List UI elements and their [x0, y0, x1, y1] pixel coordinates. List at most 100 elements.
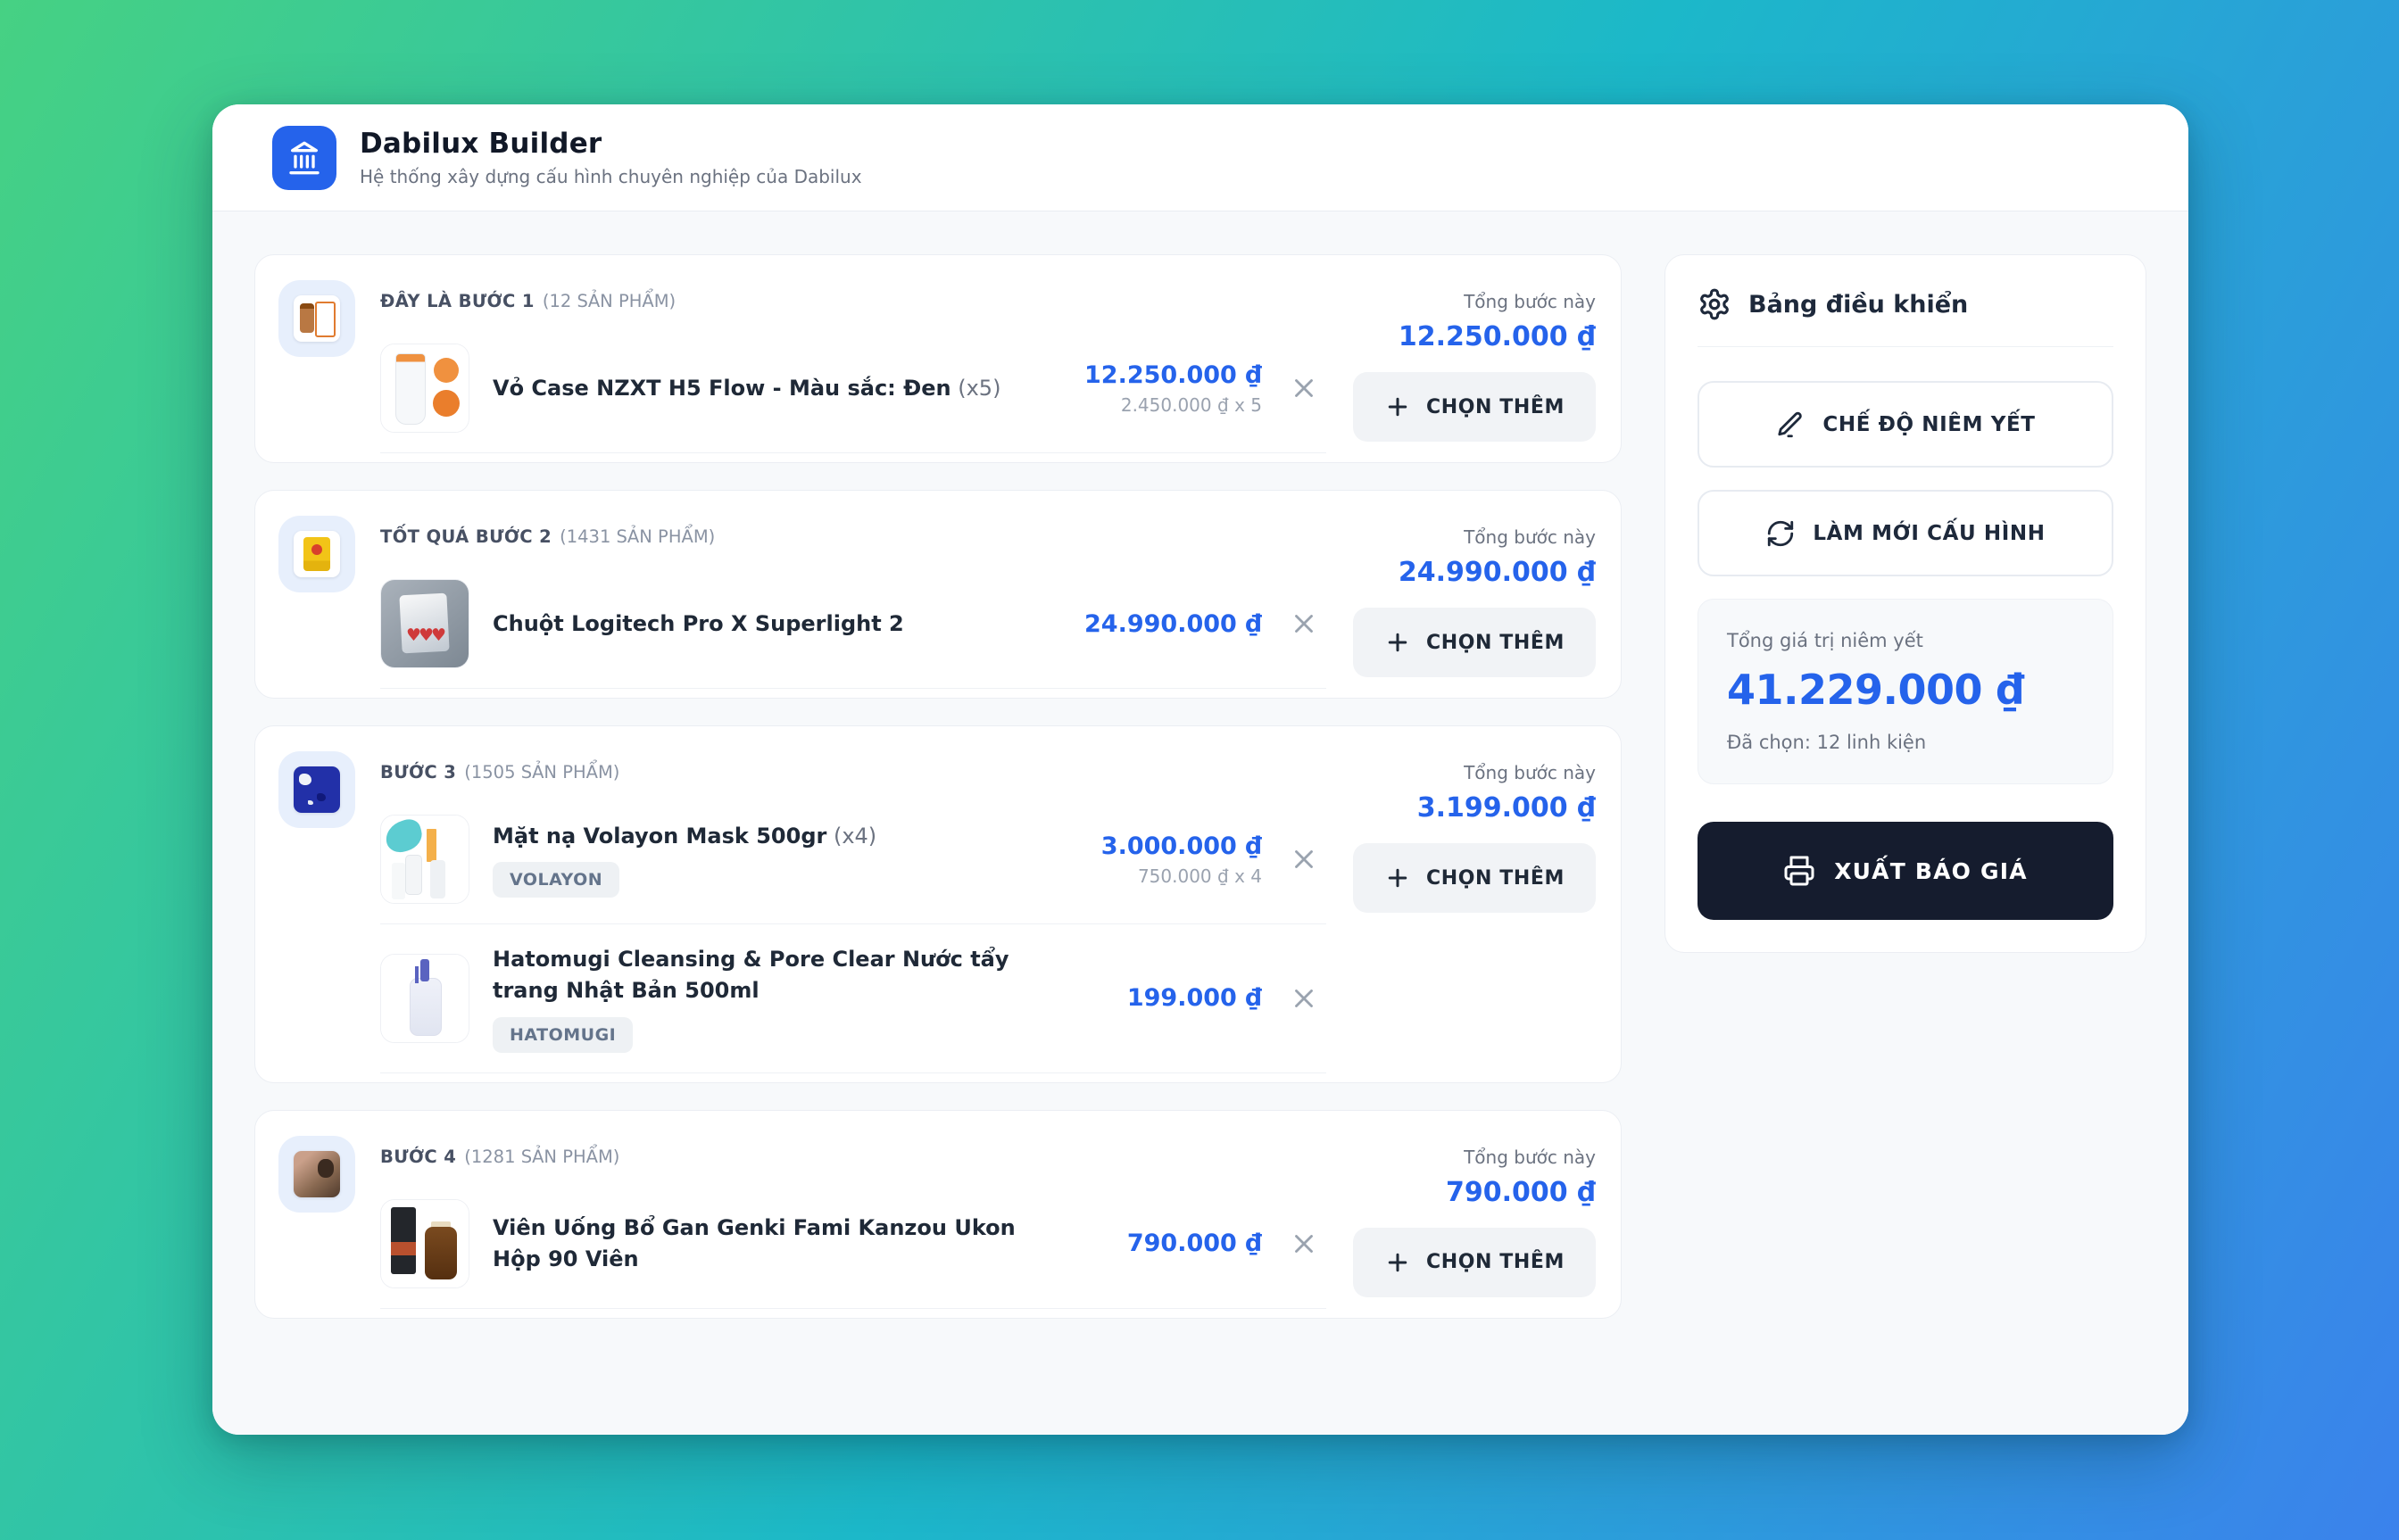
add-more-label: CHỌN THÊM — [1426, 1251, 1565, 1273]
step-main: BƯỚC 4 (1281 SẢN PHẨM) Viên Uống Bổ Gan … — [380, 1134, 1326, 1309]
export-quote-label: XUẤT BÁO GIÁ — [1834, 858, 2028, 884]
step-thumbnail-art — [294, 531, 340, 577]
step-title-row: TỐT QUÁ BƯỚC 2 (1431 SẢN PHẨM) — [380, 526, 1326, 547]
product-image — [380, 344, 469, 433]
product-name: Mặt nạ Volayon Mask 500gr (x4) — [493, 821, 1038, 852]
add-more-label: CHỌN THÊM — [1426, 632, 1565, 654]
product-name: Vỏ Case NZXT H5 Flow - Màu sắc: Đen (x5) — [493, 373, 1038, 404]
export-quote-button[interactable]: XUẤT BÁO GIÁ — [1698, 822, 2113, 920]
product-quantity: (x4) — [826, 824, 876, 849]
add-more-label: CHỌN THÊM — [1426, 396, 1565, 418]
product-row: Chuột Logitech Pro X Superlight 2 24.990… — [380, 559, 1326, 689]
step-total-value: 790.000 ₫ — [1446, 1177, 1596, 1208]
pencil-icon — [1775, 410, 1805, 440]
product-price-block: 790.000 ₫ — [1070, 1230, 1262, 1257]
product-image — [380, 579, 469, 668]
product-unit-price: 2.450.000 ₫ x 5 — [1070, 394, 1262, 416]
product-list: Mặt nạ Volayon Mask 500gr (x4) VOLAYON 3… — [380, 795, 1326, 1073]
step-thumbnail-art — [294, 1151, 340, 1197]
close-icon — [1289, 609, 1319, 639]
step-thumbnail-art — [294, 295, 340, 342]
app-body: ĐÂY LÀ BƯỚC 1 (12 SẢN PHẨM) Vỏ Case NZXT… — [212, 211, 2188, 1435]
product-price-block: 3.000.000 ₫ 750.000 ₫ x 4 — [1070, 832, 1262, 887]
listing-mode-label: CHẾ ĐỘ NIÊM YẾT — [1822, 413, 2035, 436]
step-label: ĐÂY LÀ BƯỚC 1 — [380, 291, 535, 311]
step-summary: Tổng bước này 3.199.000 ₫ CHỌN THÊM — [1353, 749, 1596, 1073]
step-thumbnail — [278, 751, 355, 828]
listing-mode-button[interactable]: CHẾ ĐỘ NIÊM YẾT — [1698, 381, 2113, 468]
remove-product-button[interactable] — [1285, 840, 1323, 878]
product-info: Mặt nạ Volayon Mask 500gr (x4) VOLAYON — [493, 821, 1047, 898]
step-total-value: 12.250.000 ₫ — [1399, 321, 1596, 352]
step-product-count: (1431 SẢN PHẨM) — [560, 526, 715, 547]
step-label: TỐT QUÁ BƯỚC 2 — [380, 526, 552, 547]
plus-icon — [1384, 1249, 1411, 1276]
plus-icon — [1384, 865, 1411, 891]
app-header-text: Dabilux Builder Hệ thống xây dựng cấu hì… — [360, 128, 862, 187]
add-more-button[interactable]: CHỌN THÊM — [1353, 843, 1596, 913]
product-row: Vỏ Case NZXT H5 Flow - Màu sắc: Đen (x5)… — [380, 324, 1326, 453]
remove-product-button[interactable] — [1285, 1225, 1323, 1263]
step-thumbnail — [278, 1136, 355, 1213]
product-photo — [381, 955, 469, 1042]
product-quantity: (x5) — [951, 376, 1001, 401]
step-title-row: ĐÂY LÀ BƯỚC 1 (12 SẢN PHẨM) — [380, 291, 1326, 311]
step-summary: Tổng bước này 12.250.000 ₫ CHỌN THÊM — [1353, 278, 1596, 453]
product-photo — [381, 816, 469, 903]
product-image — [380, 1199, 469, 1288]
product-photo — [381, 344, 469, 432]
printer-icon — [1783, 855, 1815, 887]
page-background: { "app": { "title": "Dabilux Builder", "… — [0, 0, 2399, 1540]
step-main: ĐÂY LÀ BƯỚC 1 (12 SẢN PHẨM) Vỏ Case NZXT… — [380, 278, 1326, 453]
app-subtitle: Hệ thống xây dựng cấu hình chuyên nghiệp… — [360, 166, 862, 187]
add-more-button[interactable]: CHỌN THÊM — [1353, 372, 1596, 442]
product-name: Hatomugi Cleansing & Pore Clear Nước tẩy… — [493, 944, 1038, 1006]
refresh-config-button[interactable]: LÀM MỚI CẤU HÌNH — [1698, 490, 2113, 576]
steps-column: ĐÂY LÀ BƯỚC 1 (12 SẢN PHẨM) Vỏ Case NZXT… — [254, 254, 1622, 1319]
remove-product-button[interactable] — [1285, 369, 1323, 407]
remove-product-button[interactable] — [1285, 605, 1323, 642]
product-price: 24.990.000 ₫ — [1070, 610, 1262, 638]
product-price-block: 24.990.000 ₫ — [1070, 610, 1262, 638]
product-photo — [381, 580, 469, 667]
add-more-button[interactable]: CHỌN THÊM — [1353, 1228, 1596, 1297]
app-title: Dabilux Builder — [360, 128, 862, 160]
step-card: BƯỚC 4 (1281 SẢN PHẨM) Viên Uống Bổ Gan … — [254, 1110, 1622, 1319]
control-panel-header: Bảng điều khiển — [1698, 287, 2113, 347]
summary-label: Tổng giá trị niêm yết — [1727, 630, 2084, 651]
product-unit-price: 750.000 ₫ x 4 — [1070, 865, 1262, 887]
product-row: Mặt nạ Volayon Mask 500gr (x4) VOLAYON 3… — [380, 795, 1326, 924]
product-info: Hatomugi Cleansing & Pore Clear Nước tẩy… — [493, 944, 1047, 1053]
product-price: 790.000 ₫ — [1070, 1230, 1262, 1257]
product-price-block: 12.250.000 ₫ 2.450.000 ₫ x 5 — [1070, 361, 1262, 416]
product-price: 199.000 ₫ — [1070, 984, 1262, 1012]
step-total-label: Tổng bước này — [1464, 291, 1596, 312]
close-icon — [1289, 844, 1319, 874]
remove-product-button[interactable] — [1285, 980, 1323, 1017]
product-image — [380, 954, 469, 1043]
control-panel: Bảng điều khiển CHẾ ĐỘ NIÊM YẾT — [1664, 254, 2146, 953]
step-summary: Tổng bước này 24.990.000 ₫ CHỌN THÊM — [1353, 514, 1596, 689]
step-label: BƯỚC 3 — [380, 762, 456, 782]
close-icon — [1289, 1229, 1319, 1259]
product-info: Chuột Logitech Pro X Superlight 2 — [493, 609, 1047, 640]
app-logo — [272, 126, 336, 190]
step-thumbnail — [278, 280, 355, 357]
brand-badge: VOLAYON — [493, 862, 619, 898]
step-title-row: BƯỚC 3 (1505 SẢN PHẨM) — [380, 762, 1326, 782]
step-thumbnail-art — [294, 766, 340, 813]
step-label: BƯỚC 4 — [380, 1147, 456, 1167]
step-product-count: (1281 SẢN PHẨM) — [464, 1147, 619, 1167]
add-more-label: CHỌN THÊM — [1426, 867, 1565, 890]
brand-badge: HATOMUGI — [493, 1017, 633, 1053]
product-image — [380, 815, 469, 904]
refresh-config-label: LÀM MỚI CẤU HÌNH — [1813, 522, 2045, 545]
step-product-count: (12 SẢN PHẨM) — [543, 291, 676, 311]
step-total-label: Tổng bước này — [1464, 526, 1596, 548]
step-card: TỐT QUÁ BƯỚC 2 (1431 SẢN PHẨM) Chuột Log… — [254, 490, 1622, 699]
add-more-button[interactable]: CHỌN THÊM — [1353, 608, 1596, 677]
product-list: Viên Uống Bổ Gan Genki Fami Kanzou Ukon … — [380, 1180, 1326, 1309]
step-card: BƯỚC 3 (1505 SẢN PHẨM) Mặt nạ Volayon Ma… — [254, 725, 1622, 1083]
step-main: BƯỚC 3 (1505 SẢN PHẨM) Mặt nạ Volayon Ma… — [380, 749, 1326, 1073]
summary-total-value: 41.229.000 ₫ — [1727, 666, 2084, 714]
